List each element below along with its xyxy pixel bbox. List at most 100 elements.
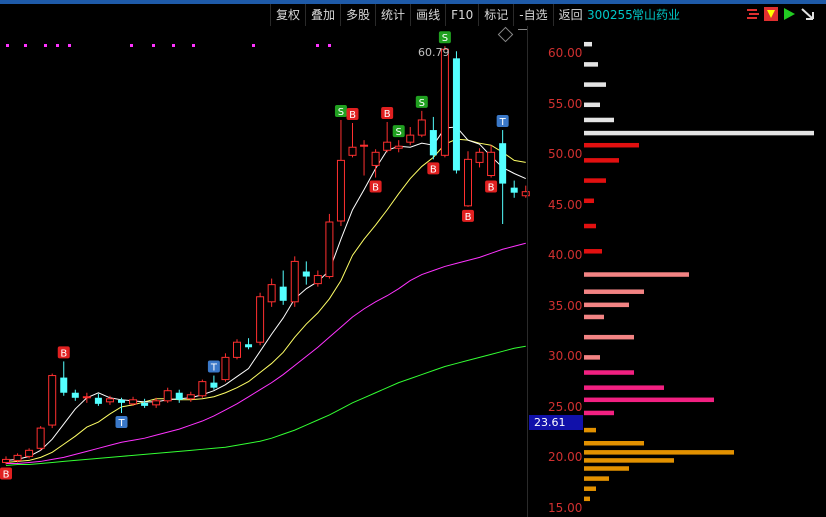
svg-text:B: B xyxy=(430,164,437,175)
candle-body xyxy=(440,48,449,156)
event-dot xyxy=(316,44,319,47)
ma20-line xyxy=(6,242,526,464)
volume-profile-bar xyxy=(584,130,814,136)
axis-separator xyxy=(527,26,528,517)
event-dot xyxy=(328,44,331,47)
y-tick-label: 45.00 xyxy=(548,197,583,212)
ma5-line xyxy=(5,126,526,461)
svg-text:T: T xyxy=(499,117,507,128)
candle-body xyxy=(313,275,322,285)
volume-profile-bar xyxy=(584,198,594,204)
candle-body xyxy=(302,271,310,277)
signal-marker-s: S xyxy=(438,31,451,44)
candle-body xyxy=(233,341,241,358)
volume-profile-bar xyxy=(584,334,634,340)
volume-profile-bar xyxy=(584,302,629,308)
volume-profile-bar xyxy=(584,117,614,123)
svg-text:T: T xyxy=(210,363,218,374)
candle-body xyxy=(60,377,68,393)
candle-body xyxy=(452,58,460,171)
signal-marker-t: T xyxy=(207,360,220,374)
svg-text:B: B xyxy=(3,469,10,480)
volume-profile-bar xyxy=(584,223,596,229)
candle-body xyxy=(105,398,114,403)
event-dot xyxy=(192,44,195,47)
volume-profile-bar xyxy=(584,102,600,108)
signal-marker-s: S xyxy=(415,95,428,109)
candle-body xyxy=(13,454,22,461)
candle-body xyxy=(129,399,138,405)
candle-body xyxy=(348,146,357,156)
signal-marker-t: T xyxy=(115,415,128,429)
svg-text:S: S xyxy=(396,127,402,138)
volume-profile-bar xyxy=(584,427,596,433)
volume-profile-bar xyxy=(584,385,664,390)
candle-body xyxy=(475,151,484,163)
volume-profile-bar xyxy=(584,249,602,254)
event-dot xyxy=(24,44,27,47)
y-tick-label: 30.00 xyxy=(548,349,583,364)
event-dot xyxy=(44,44,47,47)
volume-profile-bar xyxy=(584,355,600,360)
candle-body xyxy=(141,402,149,406)
candle-body xyxy=(71,392,79,398)
candle-body xyxy=(118,399,125,403)
signal-marker-s: S xyxy=(334,104,347,118)
candle-body xyxy=(25,449,34,457)
svg-text:S: S xyxy=(419,98,425,109)
candle-body xyxy=(267,284,276,303)
candle-body xyxy=(48,375,57,426)
event-dot xyxy=(252,44,255,47)
volume-profile-bar xyxy=(584,178,606,183)
current-price-flag: 23.61 xyxy=(529,415,583,430)
volume-profile-bar xyxy=(584,370,634,375)
kline-chart[interactable]: BBTTS BBBSSBSBBT xyxy=(0,0,826,517)
event-dot xyxy=(172,44,175,47)
volume-profile-bar xyxy=(584,397,714,403)
candle-body xyxy=(417,119,426,136)
candle-body xyxy=(383,141,392,151)
volume-profile-bar xyxy=(584,458,674,463)
volume-profile-bar xyxy=(584,62,598,67)
candle-body xyxy=(290,260,299,303)
y-tick-label: 20.00 xyxy=(548,450,583,465)
candle-body xyxy=(487,151,496,177)
volume-profile-bar xyxy=(584,440,644,446)
event-dot xyxy=(152,44,155,47)
signal-marker-b: B xyxy=(381,106,394,120)
y-tick-label: 40.00 xyxy=(548,248,583,263)
candle-body xyxy=(464,158,472,207)
candle-body xyxy=(336,159,345,222)
y-tick-label: 25.00 xyxy=(548,399,583,414)
signal-marker-t: T xyxy=(496,115,509,128)
volume-profile-bar xyxy=(584,314,604,320)
ma60-line xyxy=(5,345,526,466)
event-dot xyxy=(68,44,71,47)
y-tick-label: 55.00 xyxy=(548,96,583,111)
volume-profile-bar xyxy=(584,476,609,481)
candle-body xyxy=(163,390,172,402)
y-tick-label: 60.00 xyxy=(548,46,583,61)
candle-body xyxy=(94,397,102,404)
ma10-line xyxy=(5,138,526,463)
candle-body xyxy=(221,356,230,381)
signal-marker-b: B xyxy=(462,209,474,223)
candle-body xyxy=(198,381,207,397)
candle-body xyxy=(36,427,45,449)
candle-body xyxy=(175,392,183,400)
signal-marker-b: B xyxy=(346,107,359,121)
candle-body xyxy=(406,134,415,143)
y-tick-label: 35.00 xyxy=(548,298,583,313)
svg-text:S: S xyxy=(442,33,448,44)
candle-body xyxy=(429,130,437,156)
volume-profile-bar xyxy=(584,410,614,416)
candle-body xyxy=(510,187,518,193)
volume-profile-bar xyxy=(584,82,606,87)
y-tick-label: 50.00 xyxy=(548,147,583,162)
max-price-label: 60.79 xyxy=(418,46,450,59)
signal-marker-b: B xyxy=(427,162,440,175)
candle-body xyxy=(521,191,530,197)
signal-marker-b: B xyxy=(57,346,70,359)
volume-profile-bar xyxy=(584,41,592,47)
candle-body xyxy=(360,144,369,147)
